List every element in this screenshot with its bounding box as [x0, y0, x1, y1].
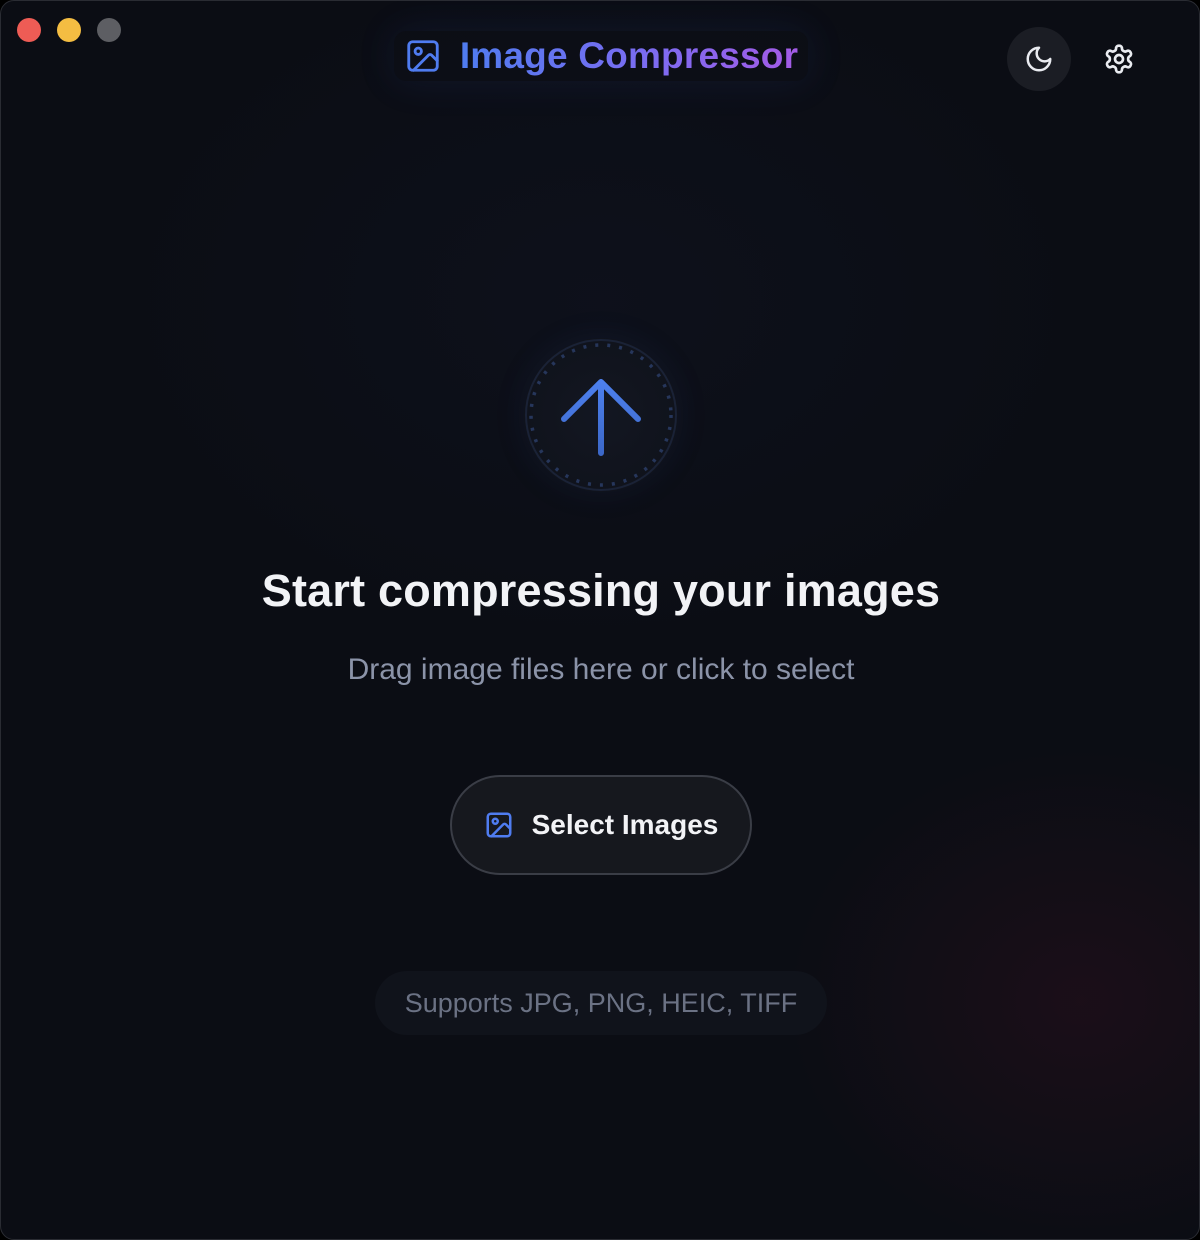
dropzone-headline: Start compressing your images — [261, 565, 941, 616]
moon-icon — [1026, 46, 1052, 72]
select-images-label: Select Images — [531, 809, 719, 840]
app-title-text: Image Compressor — [459, 35, 799, 76]
app-title: Image Compressor — [394, 31, 808, 81]
image-icon — [486, 812, 512, 838]
theme-toggle-button[interactable] — [1007, 27, 1071, 91]
settings-button[interactable] — [1099, 39, 1139, 79]
upload-dropzone-indicator[interactable] — [524, 338, 678, 492]
supported-formats-badge: Supports JPG, PNG, HEIC, TIFF — [375, 971, 827, 1035]
upload-arrow-icon — [561, 379, 641, 456]
select-images-button[interactable]: Select Images — [450, 775, 752, 875]
app-window: Image Compressor Start compressing your … — [0, 0, 1200, 1240]
gear-icon — [1105, 44, 1133, 74]
dropzone-subline: Drag image files here or click to select — [347, 653, 855, 686]
image-icon — [407, 40, 439, 72]
